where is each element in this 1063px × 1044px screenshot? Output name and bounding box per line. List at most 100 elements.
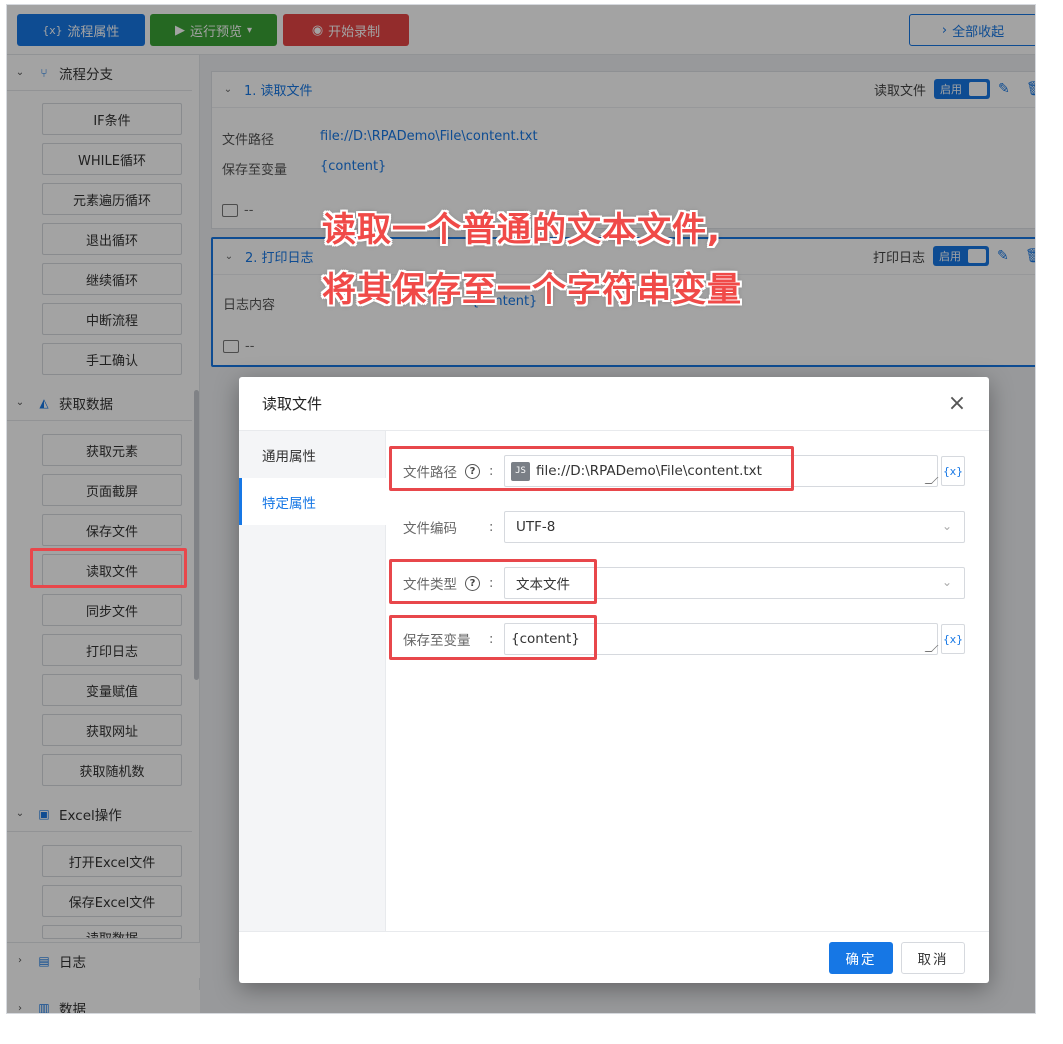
- toggle-label: 启用: [940, 83, 962, 96]
- file-type-select[interactable]: 文本文件 ⌄: [504, 567, 965, 599]
- edit-icon[interactable]: ✎: [998, 81, 1018, 97]
- collapse-all-label: 全部收起: [952, 24, 1005, 40]
- step-note[interactable]: --: [223, 339, 254, 354]
- colon: :: [489, 463, 494, 479]
- start-record-button[interactable]: ◉ 开始录制: [283, 14, 409, 46]
- resize-handle-icon[interactable]: [924, 477, 939, 484]
- sidebar-item-continue-loop[interactable]: 继续循环: [42, 263, 182, 295]
- flow-properties-button[interactable]: {x} 流程属性: [17, 14, 145, 46]
- tab-general-properties[interactable]: 通用属性: [239, 431, 386, 478]
- cancel-button[interactable]: 取消: [901, 942, 965, 974]
- chevron-down-icon: ⌄: [941, 519, 952, 533]
- toolbar: {x} 流程属性 ▶ 运行预览 ▾ ◉ 开始录制 › 全部收起: [7, 5, 1035, 55]
- record-icon: ◉: [311, 22, 324, 38]
- delete-icon[interactable]: 🗑: [1026, 81, 1035, 97]
- file-path-input[interactable]: JS file://D:\RPADemo\File\content.txt: [504, 455, 939, 487]
- sidebar-item-element-loop[interactable]: 元素遍历循环: [42, 183, 182, 215]
- sidebar-item-if[interactable]: IF条件: [42, 103, 182, 135]
- encoding-select[interactable]: UTF-8 ⌄: [504, 511, 965, 543]
- log-panel-header[interactable]: › ▤ 日志: [7, 942, 200, 978]
- sidebar-item-while[interactable]: WHILE循环: [42, 143, 182, 175]
- sidebar-item-print-log[interactable]: 打印日志: [42, 634, 182, 666]
- dialog-footer: 确定 取消: [239, 931, 989, 983]
- delete-icon[interactable]: 🗑: [1025, 248, 1035, 264]
- sidebar-item-read-file[interactable]: 读取文件: [42, 554, 182, 586]
- caption-line-1: 读取一个普通的文本文件,: [322, 210, 721, 250]
- sidebar-scrollbar[interactable]: [194, 390, 199, 680]
- play-icon: ▶: [174, 22, 185, 38]
- sidebar-item-manual-confirm[interactable]: 手工确认: [42, 343, 182, 375]
- enable-toggle[interactable]: 启用: [934, 79, 990, 99]
- sidebar-item-open-excel[interactable]: 打开Excel文件: [42, 845, 182, 877]
- category-excel[interactable]: ⌄ ▣ Excel操作: [7, 796, 192, 832]
- comment-icon: [222, 204, 238, 217]
- flow-properties-label: 流程属性: [67, 24, 120, 40]
- step-actions: 读取文件 启用 ✎ 🗑: [874, 79, 1035, 99]
- run-preview-button[interactable]: ▶ 运行预览 ▾: [150, 14, 277, 46]
- param-row: 文件路径 file://D:\RPADemo\File\content.txt: [222, 129, 538, 148]
- enable-toggle[interactable]: 启用: [933, 246, 989, 266]
- step-type: 打印日志: [872, 250, 925, 266]
- help-icon[interactable]: ?: [465, 575, 480, 591]
- insert-variable-button[interactable]: {x}: [941, 624, 965, 654]
- edit-icon[interactable]: ✎: [997, 248, 1017, 264]
- sidebar-item-screenshot[interactable]: 页面截屏: [42, 474, 182, 506]
- close-icon[interactable]: ×: [945, 391, 969, 416]
- param-label: 文件路径: [222, 133, 275, 148]
- start-record-label: 开始录制: [328, 24, 381, 40]
- step-title: 2. 打印日志: [245, 251, 314, 266]
- step-header: ⌄ 1. 读取文件 读取文件 启用 ✎ 🗑: [212, 72, 1035, 108]
- chevron-right-icon: ›: [18, 955, 22, 966]
- sidebar-item-break-flow[interactable]: 中断流程: [42, 303, 182, 335]
- sidebar-item-save-excel[interactable]: 保存Excel文件: [42, 885, 182, 917]
- note-text: --: [244, 203, 254, 218]
- field-label: 文件类型 ?: [403, 567, 480, 599]
- tab-specific-properties[interactable]: 特定属性: [239, 478, 386, 525]
- step-note[interactable]: --: [222, 203, 253, 218]
- colon: :: [489, 575, 494, 591]
- sidebar-item-assign-variable[interactable]: 变量赋值: [42, 674, 182, 706]
- insert-variable-button[interactable]: {x}: [941, 456, 965, 486]
- sidebar-item-random-number[interactable]: 获取随机数: [42, 754, 182, 786]
- field-file-path: 文件路径 ? : JS file://D:\RPADemo\File\conte…: [387, 455, 977, 487]
- field-label: 保存至变量: [403, 623, 471, 655]
- category-get-data[interactable]: ⌄ ◭ 获取数据: [7, 385, 192, 421]
- sidebar-item-exit-loop[interactable]: 退出循环: [42, 223, 182, 255]
- field-file-type: 文件类型 ? : 文本文件 ⌄: [387, 567, 977, 599]
- sidebar-item-get-element[interactable]: 获取元素: [42, 434, 182, 466]
- chevron-down-icon: ▾: [246, 24, 253, 36]
- js-badge: JS: [511, 461, 530, 481]
- param-value: {content}: [320, 159, 387, 174]
- caption-line-2: 将其保存至一个字符串变量: [322, 270, 742, 310]
- toggle-label: 启用: [939, 250, 961, 263]
- collapse-all-button[interactable]: › 全部收起: [909, 14, 1035, 46]
- chart-icon: ◭: [39, 395, 49, 410]
- sidebar-item-save-file[interactable]: 保存文件: [42, 514, 182, 546]
- log-icon: ▤: [38, 953, 50, 968]
- category-label: 流程分支: [59, 66, 113, 83]
- step-actions: 打印日志 启用 ✎ 🗑: [872, 246, 1035, 266]
- sidebar-item-read-data[interactable]: 读取数据: [42, 925, 182, 939]
- chevron-right-icon: ›: [18, 1002, 22, 1014]
- chevron-right-icon: ›: [941, 22, 948, 38]
- dialog-title: 读取文件: [262, 395, 323, 413]
- category-flow-branch[interactable]: ⌄ ⑂ 流程分支: [7, 55, 192, 91]
- sidebar-item-get-url[interactable]: 获取网址: [42, 714, 182, 746]
- data-panel-header[interactable]: › ▥ 数据: [7, 990, 200, 1014]
- field-save-to-variable: 保存至变量 : {content} {x}: [387, 623, 977, 655]
- file-path-value: file://D:\RPADemo\File\content.txt: [536, 463, 762, 479]
- save-variable-input[interactable]: {content}: [504, 623, 939, 655]
- param-row: 保存至变量 {content}: [222, 159, 386, 178]
- sidebar-item-sync-file[interactable]: 同步文件: [42, 594, 182, 626]
- comment-icon: [223, 340, 239, 353]
- confirm-button[interactable]: 确定: [829, 942, 893, 974]
- toggle-knob: [968, 249, 986, 263]
- chevron-down-icon[interactable]: ⌄: [213, 251, 245, 262]
- resize-handle-icon[interactable]: [924, 645, 939, 652]
- chevron-down-icon[interactable]: ⌄: [212, 84, 244, 95]
- help-icon[interactable]: ?: [465, 463, 480, 479]
- file-type-label: 文件类型: [403, 577, 457, 593]
- chevron-down-icon: ⌄: [941, 575, 952, 589]
- step-title: 1. 读取文件: [244, 84, 313, 99]
- log-panel-label: 日志: [59, 954, 86, 971]
